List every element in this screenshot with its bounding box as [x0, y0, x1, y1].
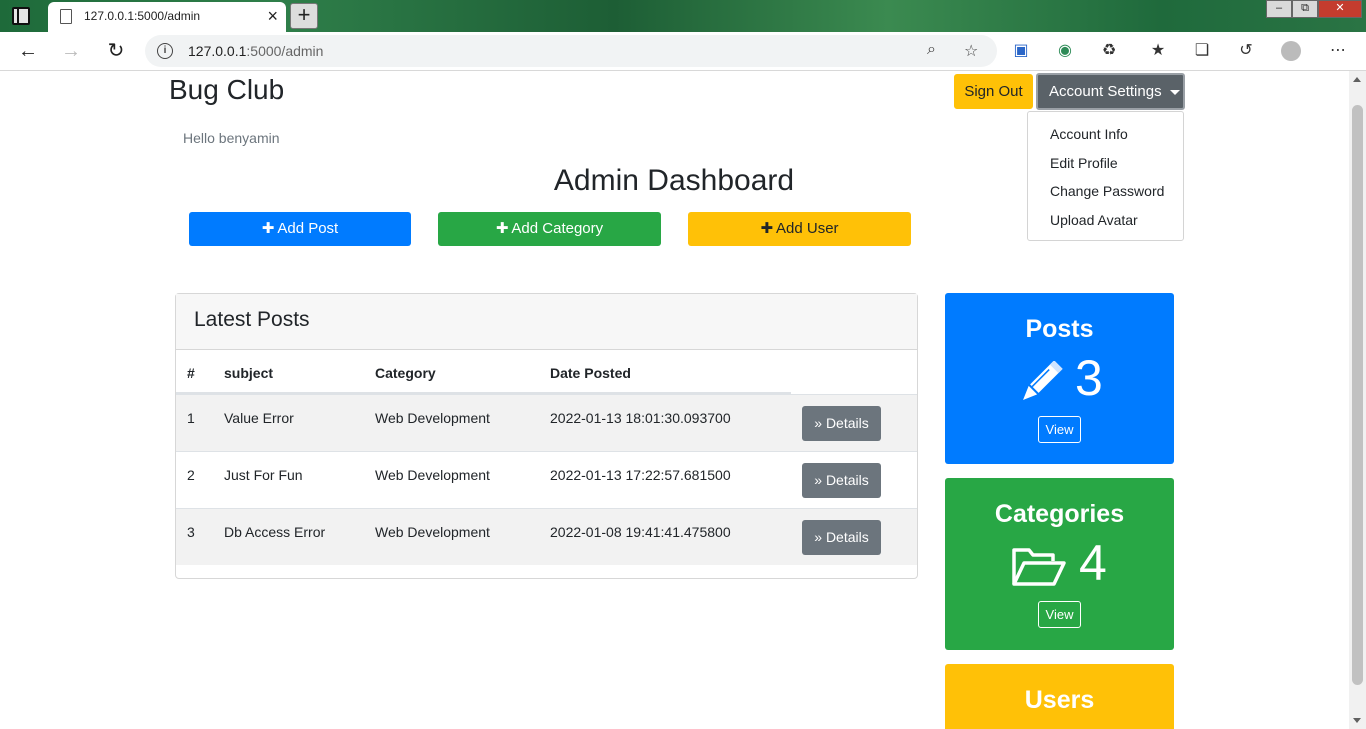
plus-icon: ✚ — [261, 220, 275, 237]
history-icon[interactable]: ↺ — [1236, 41, 1256, 61]
page-favicon-icon — [60, 9, 72, 24]
menu-item-account-info[interactable]: Account Info — [1028, 120, 1183, 149]
categories-count: 4 — [1079, 535, 1107, 591]
account-settings-label: Account Settings — [1049, 83, 1162, 100]
back-icon[interactable]: ← — [15, 39, 41, 65]
scroll-down-icon[interactable] — [1353, 718, 1361, 723]
column-header-date: Date Posted — [550, 365, 631, 381]
view-posts-button[interactable]: View — [1038, 416, 1081, 443]
plus-icon: ✚ — [760, 220, 774, 237]
column-header-number: # — [187, 365, 195, 381]
restore-icon[interactable]: ⧉ — [1292, 0, 1318, 18]
latest-posts-card: Latest Posts # subject Category Date Pos… — [175, 293, 918, 579]
url-text[interactable]: 127.0.0.1:5000/admin — [188, 43, 323, 59]
posts-table: # subject Category Date Posted 1 Value E… — [176, 350, 917, 565]
zoom-icon[interactable]: ⌕ — [927, 41, 936, 59]
categories-stat-title: Categories — [994, 500, 1125, 528]
row-subject: Db Access Error — [224, 524, 326, 540]
window-close-icon[interactable]: ✕ — [1318, 0, 1362, 18]
table-header: # subject Category Date Posted — [176, 350, 791, 394]
add-favorite-icon[interactable]: ☆ — [964, 41, 978, 61]
details-button[interactable]: » Details — [802, 520, 881, 555]
extensions-icon[interactable]: ♻ — [1099, 41, 1119, 61]
pencil-icon — [1023, 361, 1063, 400]
extension-globe-icon[interactable]: ◉ — [1055, 41, 1075, 61]
greeting-text: Hello benyamin — [183, 130, 280, 146]
add-user-button[interactable]: ✚ Add User — [688, 212, 911, 246]
account-settings-button[interactable]: Account Settings — [1036, 73, 1185, 110]
scrollbar-thumb[interactable] — [1352, 105, 1363, 685]
table-row: 2 Just For Fun Web Development 2022-01-1… — [176, 451, 917, 508]
add-category-button[interactable]: ✚ Add Category — [438, 212, 661, 246]
posts-stat-card: Posts 3 View — [945, 293, 1174, 464]
refresh-icon[interactable]: ↻ — [103, 39, 129, 65]
page-title: Admin Dashboard — [553, 164, 795, 197]
menu-item-upload-avatar[interactable]: Upload Avatar — [1028, 206, 1183, 235]
browser-toolbar: ← → ↻ i 127.0.0.1:5000/admin ⌕ ☆ ▣ ◉ ♻ ★… — [0, 32, 1366, 71]
site-info-icon[interactable]: i — [157, 43, 173, 59]
posts-stat-title: Posts — [1025, 315, 1094, 343]
add-post-button[interactable]: ✚ Add Post — [189, 212, 411, 246]
row-date: 2022-01-13 18:01:30.093700 — [550, 410, 731, 426]
column-header-subject: subject — [224, 365, 274, 381]
new-tab-button[interactable]: + — [290, 3, 318, 29]
scroll-up-icon[interactable] — [1353, 77, 1361, 82]
details-button[interactable]: » Details — [802, 406, 881, 441]
browser-tab[interactable]: 127.0.0.1:5000/admin × — [48, 2, 286, 32]
column-header-category: Category — [375, 365, 436, 381]
categories-stat-card: Categories 4 View — [945, 478, 1174, 650]
users-stat-title: Users — [1024, 686, 1095, 714]
tab-actions-icon[interactable] — [12, 7, 30, 25]
favorites-icon[interactable]: ★ — [1148, 41, 1168, 61]
tab-title: 127.0.0.1:5000/admin — [84, 9, 201, 23]
window-controls: – ⧉ ✕ — [1266, 0, 1362, 18]
collections-icon[interactable]: ❏ — [1192, 41, 1212, 61]
folder-open-icon — [1012, 548, 1066, 586]
double-chevron-right-icon: » — [814, 415, 826, 431]
row-number: 3 — [187, 524, 195, 540]
row-subject: Value Error — [224, 410, 294, 426]
row-subject: Just For Fun — [224, 467, 303, 483]
row-number: 1 — [187, 410, 195, 426]
row-category: Web Development — [375, 524, 490, 540]
row-number: 2 — [187, 467, 195, 483]
double-chevron-right-icon: » — [814, 472, 826, 488]
browser-tab-strip: 127.0.0.1:5000/admin × + – ⧉ ✕ — [0, 0, 1366, 32]
caret-down-icon — [1169, 89, 1180, 95]
latest-posts-title: Latest Posts — [176, 294, 917, 350]
row-date: 2022-01-13 17:22:57.681500 — [550, 467, 731, 483]
view-categories-button[interactable]: View — [1038, 601, 1081, 628]
more-menu-icon[interactable]: ⋯ — [1328, 41, 1348, 61]
users-stat-card: Users — [945, 664, 1174, 729]
row-category: Web Development — [375, 410, 490, 426]
details-button[interactable]: » Details — [802, 463, 881, 498]
page-scrollbar[interactable] — [1349, 71, 1366, 729]
site-brand[interactable]: Bug Club — [169, 74, 284, 106]
close-tab-icon[interactable]: × — [267, 6, 278, 26]
double-chevron-right-icon: » — [814, 529, 826, 545]
table-row: 1 Value Error Web Development 2022-01-13… — [176, 394, 917, 451]
minimize-icon[interactable]: – — [1266, 0, 1292, 18]
profile-avatar-icon[interactable] — [1281, 41, 1301, 61]
forward-icon[interactable]: → — [58, 39, 84, 65]
address-bar[interactable]: i 127.0.0.1:5000/admin ⌕ ☆ — [145, 35, 997, 67]
row-date: 2022-01-08 19:41:41.475800 — [550, 524, 731, 540]
sign-out-button[interactable]: Sign Out — [954, 74, 1033, 109]
plus-icon: ✚ — [495, 220, 509, 237]
row-category: Web Development — [375, 467, 490, 483]
table-row: 3 Db Access Error Web Development 2022-0… — [176, 508, 917, 565]
posts-count: 3 — [1075, 350, 1103, 406]
extension-icon[interactable]: ▣ — [1011, 41, 1031, 61]
